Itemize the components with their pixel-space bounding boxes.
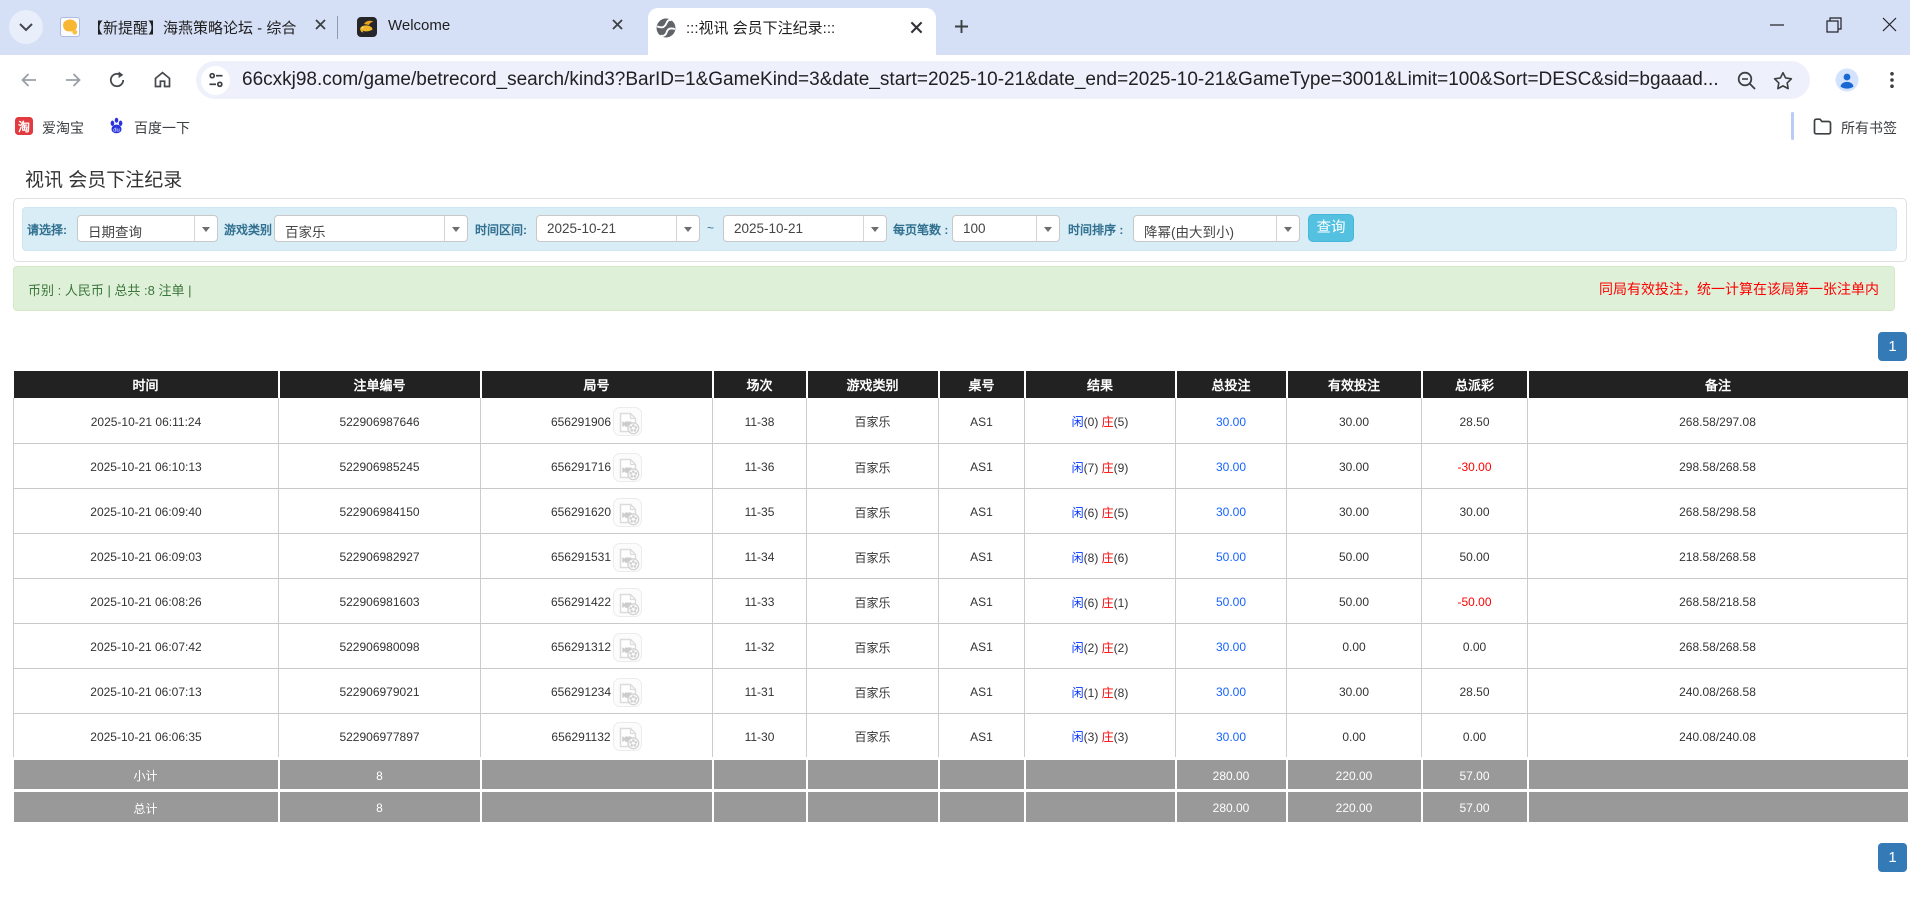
svg-text:du: du [113, 127, 120, 133]
svg-text:淘: 淘 [18, 119, 30, 134]
